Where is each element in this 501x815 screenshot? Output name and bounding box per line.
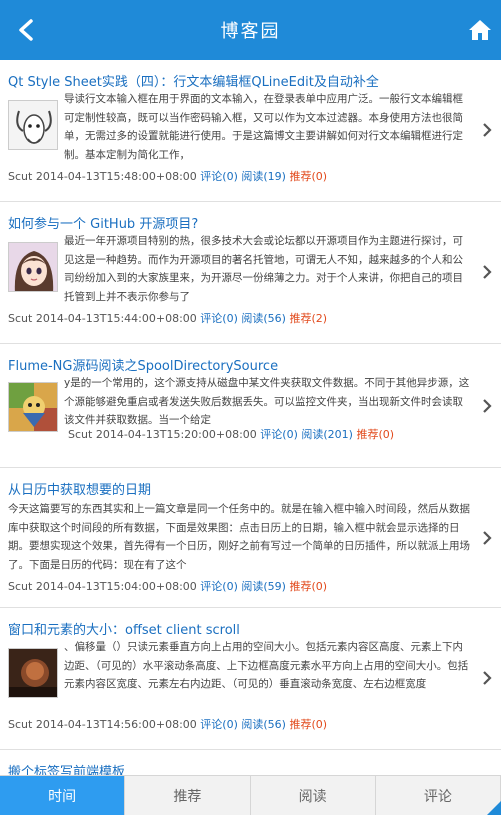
- chevron-right-icon[interactable]: [481, 530, 493, 546]
- post-item[interactable]: 从日历中获取想要的日期 今天这篇要写的东西其实和上一篇文章是同一个任务中的。就是…: [0, 468, 501, 608]
- colorful-avatar-thumb: [8, 382, 58, 432]
- post-summary: y是的一个常用的，这个源支持从磁盘中某文件夹获取文件数据。不同于其他异步源，这个…: [64, 377, 470, 426]
- page-title: 博客园: [220, 21, 281, 42]
- home-icon[interactable]: [467, 17, 493, 43]
- post-recommend[interactable]: 推荐(0): [356, 428, 394, 441]
- post-title[interactable]: 搬个标签写前端模板: [8, 750, 493, 775]
- post-time: 2014-04-13T15:04:00+08:00: [35, 580, 197, 593]
- gnu-logo-thumb: [8, 100, 58, 150]
- post-reads: 阅读(19): [241, 170, 286, 183]
- post-reads: 阅读(56): [241, 312, 286, 325]
- post-recommend[interactable]: 推荐(2): [289, 312, 327, 325]
- post-time: 2014-04-13T15:48:00+08:00: [35, 170, 197, 183]
- anime-avatar-thumb: [8, 242, 58, 292]
- post-author: Scut: [8, 580, 33, 593]
- back-arrow-icon[interactable]: [14, 17, 40, 43]
- app-header: 博客园: [0, 0, 501, 60]
- post-time: 2014-04-13T15:44:00+08:00: [35, 312, 197, 325]
- post-recommend[interactable]: 推荐(0): [289, 580, 327, 593]
- post-comments[interactable]: 评论(0): [200, 580, 238, 593]
- chevron-right-icon[interactable]: [481, 670, 493, 686]
- post-recommend[interactable]: 推荐(0): [289, 170, 327, 183]
- tab-recommend[interactable]: 推荐: [125, 776, 251, 815]
- post-time: 2014-04-13T14:56:00+08:00: [35, 718, 197, 731]
- post-title[interactable]: Qt Style Sheet实践（四）：行文本编辑框QLineEdit及自动补全: [8, 60, 493, 90]
- post-item[interactable]: 如何参与一个 GitHub 开源项目? 最近一年开源项目特别的热，很多技术大会或…: [0, 202, 501, 344]
- post-reads: 阅读(201): [301, 428, 353, 441]
- corner-triangle-icon: [487, 801, 501, 815]
- post-item[interactable]: 窗口和元素的大小：offset client scroll 、偏移量（）只读元素…: [0, 608, 501, 750]
- tab-reads[interactable]: 阅读: [251, 776, 376, 815]
- post-summary: 最近一年开源项目特别的热，很多技术大会或论坛都以开源项目作为主题进行探讨，可见这…: [64, 235, 463, 303]
- dark-photo-thumb: [8, 648, 58, 698]
- post-summary: 今天这篇要写的东西其实和上一篇文章是同一个任务中的。就是在输入框中输入时间段，然…: [8, 503, 470, 571]
- chevron-right-icon[interactable]: [481, 264, 493, 280]
- tab-time[interactable]: 时间: [0, 776, 126, 815]
- post-item[interactable]: Qt Style Sheet实践（四）：行文本编辑框QLineEdit及自动补全…: [0, 60, 501, 202]
- chevron-right-icon[interactable]: [481, 398, 493, 414]
- post-item[interactable]: Flume-NG源码阅读之SpoolDirectorySource y是的一个常…: [0, 344, 501, 468]
- post-author: Scut: [8, 718, 33, 731]
- post-reads: 阅读(59): [241, 580, 286, 593]
- post-title[interactable]: 窗口和元素的大小：offset client scroll: [8, 608, 493, 638]
- post-list: Qt Style Sheet实践（四）：行文本编辑框QLineEdit及自动补全…: [0, 60, 501, 775]
- post-title[interactable]: Flume-NG源码阅读之SpoolDirectorySource: [8, 344, 493, 374]
- post-title[interactable]: 如何参与一个 GitHub 开源项目?: [8, 202, 493, 232]
- bottom-tab-bar: 时间 推荐 阅读 评论: [0, 775, 501, 815]
- post-meta: Scut 2014-04-13T15:44:00+08:00 评论(0) 阅读(…: [8, 306, 493, 332]
- post-comments[interactable]: 评论(0): [200, 718, 238, 731]
- post-summary: 导读行文本输入框在用于界面的文本输入，在登录表单中应用广泛。一般行文本编辑框可定…: [64, 93, 463, 161]
- post-recommend[interactable]: 推荐(0): [289, 718, 327, 731]
- post-title[interactable]: 从日历中获取想要的日期: [8, 468, 493, 498]
- post-meta: Scut 2014-04-13T14:56:00+08:00 评论(0) 阅读(…: [8, 712, 493, 738]
- post-comments[interactable]: 评论(0): [200, 312, 238, 325]
- post-meta: Scut 2014-04-13T15:04:00+08:00 评论(0) 阅读(…: [8, 574, 493, 600]
- tab-comments[interactable]: 评论: [376, 776, 501, 815]
- chevron-right-icon[interactable]: [481, 122, 493, 138]
- post-summary: 、偏移量（）只读元素垂直方向上占用的空间大小。包括元素内容区高度、元素上下内边距…: [64, 641, 469, 690]
- post-comments[interactable]: 评论(0): [200, 170, 238, 183]
- post-reads: 阅读(56): [241, 718, 286, 731]
- post-item[interactable]: 搬个标签写前端模板: [0, 750, 501, 775]
- post-author: Scut: [68, 428, 93, 441]
- post-author: Scut: [8, 170, 33, 183]
- post-author: Scut: [8, 312, 33, 325]
- post-time: 2014-04-13T15:20:00+08:00: [95, 428, 257, 441]
- post-meta: Scut 2014-04-13T15:48:00+08:00 评论(0) 阅读(…: [8, 164, 493, 190]
- post-comments[interactable]: 评论(0): [260, 428, 298, 441]
